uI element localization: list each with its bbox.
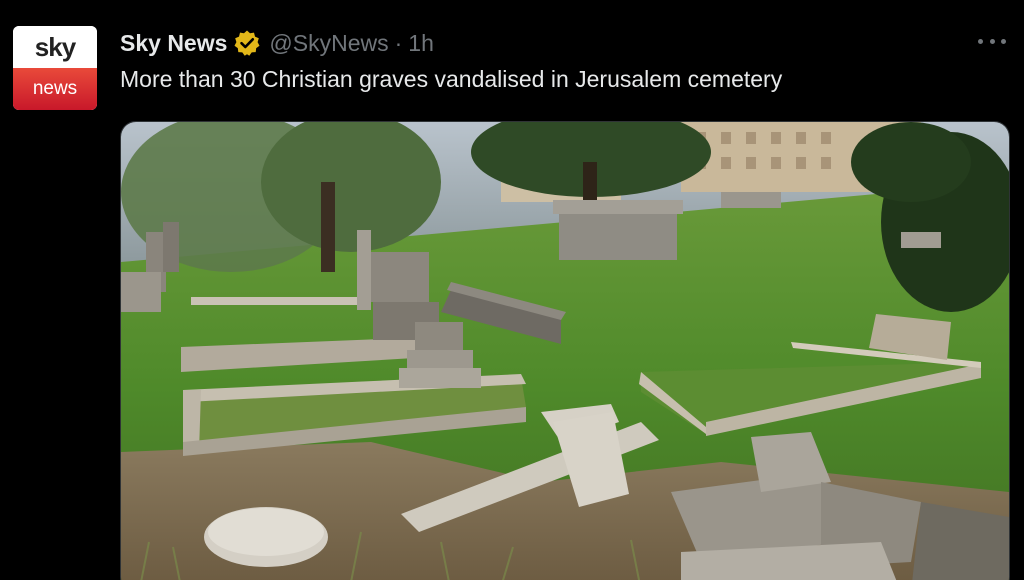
sky-logo-top: sky bbox=[13, 26, 97, 68]
more-options-icon[interactable] bbox=[978, 30, 1006, 52]
cemetery-photo bbox=[121, 122, 1009, 580]
tweet-text: More than 30 Christian graves vandalised… bbox=[120, 66, 783, 92]
author-name[interactable]: Sky News bbox=[120, 30, 227, 57]
verified-badge-icon[interactable] bbox=[233, 29, 261, 57]
tweet-photo[interactable] bbox=[120, 121, 1010, 580]
tweet[interactable]: sky news Sky News @SkyNews · 1h More tha… bbox=[0, 0, 1024, 580]
author-handle[interactable]: @SkyNews bbox=[269, 30, 388, 57]
logo-bottom-text: news bbox=[32, 78, 78, 99]
logo-top-text: sky bbox=[34, 31, 76, 62]
sky-logo-bottom: news bbox=[13, 68, 97, 110]
tweet-header: Sky News @SkyNews · 1h bbox=[120, 28, 434, 58]
tweet-timestamp[interactable]: 1h bbox=[408, 30, 434, 57]
separator-dot: · bbox=[394, 29, 403, 56]
avatar[interactable]: sky news bbox=[13, 26, 97, 110]
